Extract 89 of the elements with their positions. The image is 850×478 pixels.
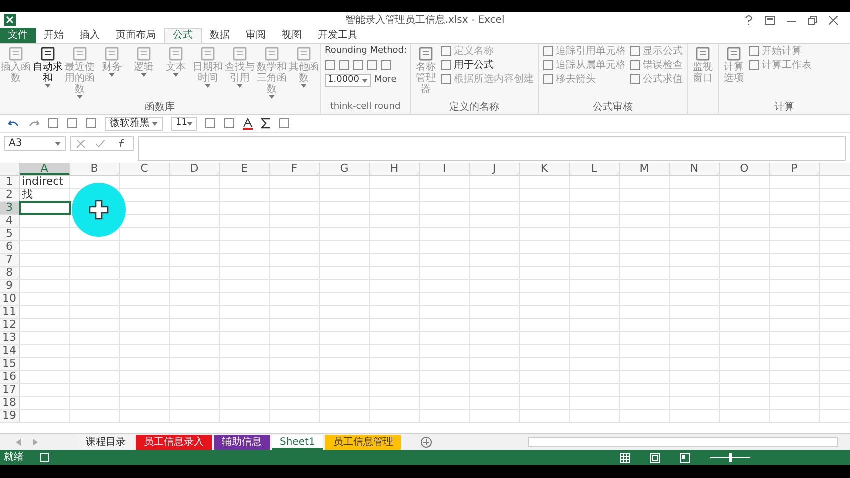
sheet-tab[interactable]: Sheet1 xyxy=(272,434,324,450)
cursor-highlight-icon xyxy=(72,183,126,237)
row-header[interactable]: 14 xyxy=(0,345,20,357)
group-label: 公式审核 xyxy=(592,102,634,114)
row-header[interactable]: 7 xyxy=(0,254,20,266)
row-header[interactable]: 17 xyxy=(0,384,20,396)
column-header[interactable]: L xyxy=(570,163,620,175)
caret-icon xyxy=(55,142,61,146)
help-icon[interactable] xyxy=(745,15,753,25)
font-size-dropdown[interactable]: 11 xyxy=(171,116,197,130)
row-header[interactable]: 13 xyxy=(0,332,20,344)
status-text: 就绪 xyxy=(4,450,24,465)
column-header[interactable]: I xyxy=(420,163,470,175)
ribbon-tab[interactable]: 公式 xyxy=(164,28,202,43)
ribbon-tab[interactable]: 数据 xyxy=(202,28,238,43)
normal-view-icon[interactable] xyxy=(620,452,630,462)
redo-icon[interactable] xyxy=(28,118,40,128)
row-header[interactable]: 15 xyxy=(0,358,20,370)
column-header[interactable]: M xyxy=(620,163,670,175)
column-header[interactable]: J xyxy=(470,163,520,175)
ribbon-tab[interactable]: 开发工具 xyxy=(310,28,366,43)
column-header[interactable]: K xyxy=(520,163,570,175)
group-label: 计算 xyxy=(774,102,796,114)
font-name-dropdown[interactable]: 微软雅黑 xyxy=(105,116,163,130)
row-header[interactable]: 8 xyxy=(0,267,20,279)
ribbon-button[interactable]: 自动求和 xyxy=(32,46,64,88)
column-header[interactable]: G xyxy=(320,163,370,175)
column-header[interactable]: H xyxy=(370,163,420,175)
macro-record-icon[interactable] xyxy=(40,452,50,462)
ribbon-display-icon[interactable] xyxy=(765,16,775,24)
caret-icon xyxy=(152,122,158,126)
formula-input[interactable] xyxy=(138,136,846,161)
row-header[interactable]: 6 xyxy=(0,241,20,253)
ribbon-tab[interactable]: 插入 xyxy=(72,28,108,43)
column-header[interactable]: O xyxy=(720,163,770,175)
column-header[interactable]: B xyxy=(70,163,120,175)
file-tab[interactable]: 文件 xyxy=(0,28,36,43)
row-header[interactable]: 9 xyxy=(0,280,20,292)
column-header[interactable]: N xyxy=(670,163,720,175)
row-header[interactable]: 12 xyxy=(0,319,20,331)
zoom-slider-thumb[interactable] xyxy=(728,453,732,462)
rounding-label: Rounding Method: xyxy=(325,45,406,57)
column-header[interactable]: F xyxy=(270,163,320,175)
ribbon-tab[interactable]: 审阅 xyxy=(238,28,274,43)
check-icon[interactable] xyxy=(96,140,106,148)
row-header[interactable]: 10 xyxy=(0,293,20,305)
sheet-tab[interactable]: 辅助信息 xyxy=(214,434,270,450)
group-label: 函数库 xyxy=(144,102,176,114)
ribbon-tab[interactable]: 开始 xyxy=(36,28,72,43)
column-header[interactable]: A xyxy=(20,163,70,175)
zoom-slider[interactable] xyxy=(710,453,750,462)
close-icon[interactable] xyxy=(829,16,838,24)
column-header[interactable]: P xyxy=(770,163,820,175)
group-label: think-cell round xyxy=(329,102,402,114)
undo-icon[interactable] xyxy=(8,118,20,128)
row-header[interactable]: 1 xyxy=(0,176,20,188)
name-box[interactable]: A3 xyxy=(4,136,66,151)
caret-icon xyxy=(362,78,368,82)
caret-icon xyxy=(187,122,194,126)
row-header[interactable]: 2 xyxy=(0,189,20,201)
horizontal-scrollbar[interactable] xyxy=(528,437,838,447)
sheet-tab[interactable]: 员工信息录入 xyxy=(136,434,212,450)
ribbon-small-button[interactable]: 用于公式 xyxy=(441,60,534,71)
ribbon-tab[interactable]: 页面布局 xyxy=(108,28,164,43)
row-header[interactable]: 18 xyxy=(0,397,20,409)
rounding-dropdown[interactable]: 1.0000 xyxy=(325,74,370,87)
font-color-icon[interactable] xyxy=(243,118,253,130)
row-header[interactable]: 19 xyxy=(0,410,20,422)
ribbon-tab[interactable]: 视图 xyxy=(274,28,310,43)
row-header[interactable]: 5 xyxy=(0,228,20,240)
more-button[interactable]: More xyxy=(374,75,397,86)
page-break-icon[interactable] xyxy=(680,452,690,462)
column-header[interactable]: D xyxy=(170,163,220,175)
restore-icon[interactable] xyxy=(808,16,817,24)
row-header[interactable]: 11 xyxy=(0,306,20,318)
group-label: 定义的名称 xyxy=(448,102,500,114)
row-header[interactable]: 3 xyxy=(0,202,20,214)
row-header[interactable]: 16 xyxy=(0,371,20,383)
table-cell: indirect xyxy=(20,176,70,188)
window-title: 智能录入管理员工信息.xlsx - Excel xyxy=(345,14,505,28)
row-header[interactable]: 4 xyxy=(0,215,20,227)
sum-icon[interactable] xyxy=(261,118,271,129)
sheet-tab[interactable]: 员工信息管理 xyxy=(325,434,402,450)
column-header[interactable]: E xyxy=(220,163,270,175)
table-cell: 找 xyxy=(20,189,70,201)
page-layout-icon[interactable] xyxy=(650,452,660,462)
column-header[interactable]: C xyxy=(120,163,170,175)
add-sheet-icon[interactable] xyxy=(421,436,432,448)
selected-cell[interactable] xyxy=(20,202,70,214)
